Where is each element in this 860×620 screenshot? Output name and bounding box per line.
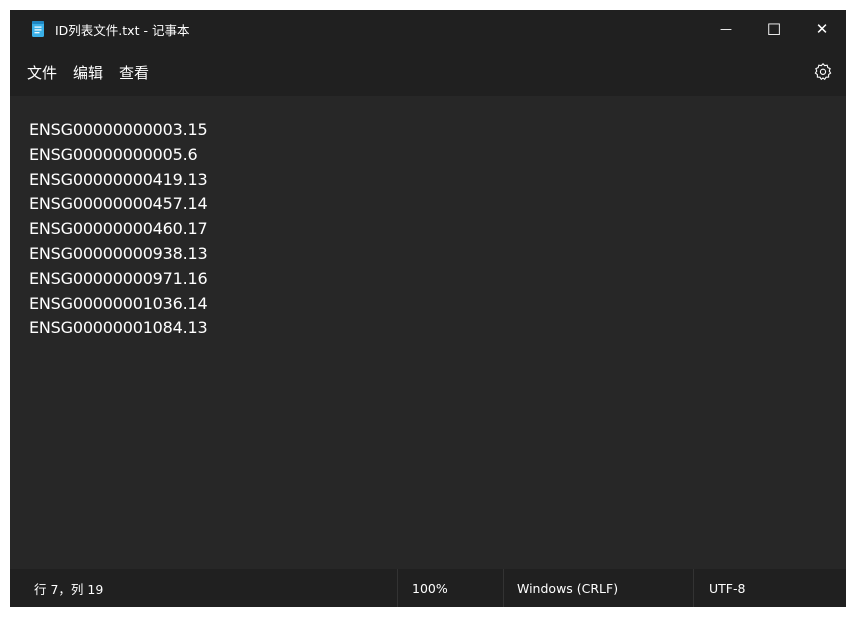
line-ending[interactable]: Windows (CRLF) bbox=[503, 569, 693, 607]
title-bar[interactable]: ID列表文件.txt - 记事本 — ☐ ✕ bbox=[10, 10, 846, 48]
editor-line[interactable]: ENSG00000000938.13 bbox=[29, 242, 208, 267]
gear-icon[interactable] bbox=[813, 62, 833, 82]
notepad-app-icon bbox=[32, 21, 44, 37]
minimize-button[interactable]: — bbox=[702, 10, 750, 48]
editor-line[interactable]: ENSG00000000003.15 bbox=[29, 118, 208, 143]
menu-bar: 文件 编辑 查看 bbox=[10, 48, 846, 96]
status-bar: 行 7，列 19 100% Windows (CRLF) UTF-8 bbox=[10, 569, 846, 607]
zoom-level[interactable]: 100% bbox=[397, 569, 503, 607]
editor-line[interactable]: ENSG00000000971.16 bbox=[29, 267, 208, 292]
window-title: ID列表文件.txt - 记事本 bbox=[55, 22, 190, 38]
maximize-icon: ☐ bbox=[766, 19, 782, 39]
editor-line[interactable]: ENSG00000000419.13 bbox=[29, 168, 208, 193]
menu-view[interactable]: 查看 bbox=[119, 58, 149, 87]
notepad-window: ID列表文件.txt - 记事本 — ☐ ✕ 文件 编辑 查看 ENSG0000… bbox=[10, 10, 846, 607]
maximize-button[interactable]: ☐ bbox=[750, 10, 798, 48]
editor-line[interactable]: ENSG00000001036.14 bbox=[29, 292, 208, 317]
menu-edit[interactable]: 编辑 bbox=[73, 58, 103, 87]
editor-line[interactable]: ENSG00000000457.14 bbox=[29, 192, 208, 217]
text-editor[interactable]: ENSG00000000003.15 ENSG00000000005.6 ENS… bbox=[10, 96, 846, 569]
cursor-position: 行 7，列 19 bbox=[34, 581, 104, 597]
minimize-icon: — bbox=[720, 22, 732, 36]
editor-line[interactable]: ENSG00000000460.17 bbox=[29, 217, 208, 242]
menu-file[interactable]: 文件 bbox=[27, 58, 57, 87]
editor-text-lines: ENSG00000000003.15 ENSG00000000005.6 ENS… bbox=[29, 118, 208, 341]
encoding[interactable]: UTF-8 bbox=[693, 569, 846, 607]
close-icon: ✕ bbox=[815, 20, 829, 38]
editor-line[interactable]: ENSG00000000005.6 bbox=[29, 143, 207, 168]
editor-line[interactable]: ENSG00000001084.13 bbox=[29, 316, 208, 341]
close-button[interactable]: ✕ bbox=[798, 10, 846, 48]
